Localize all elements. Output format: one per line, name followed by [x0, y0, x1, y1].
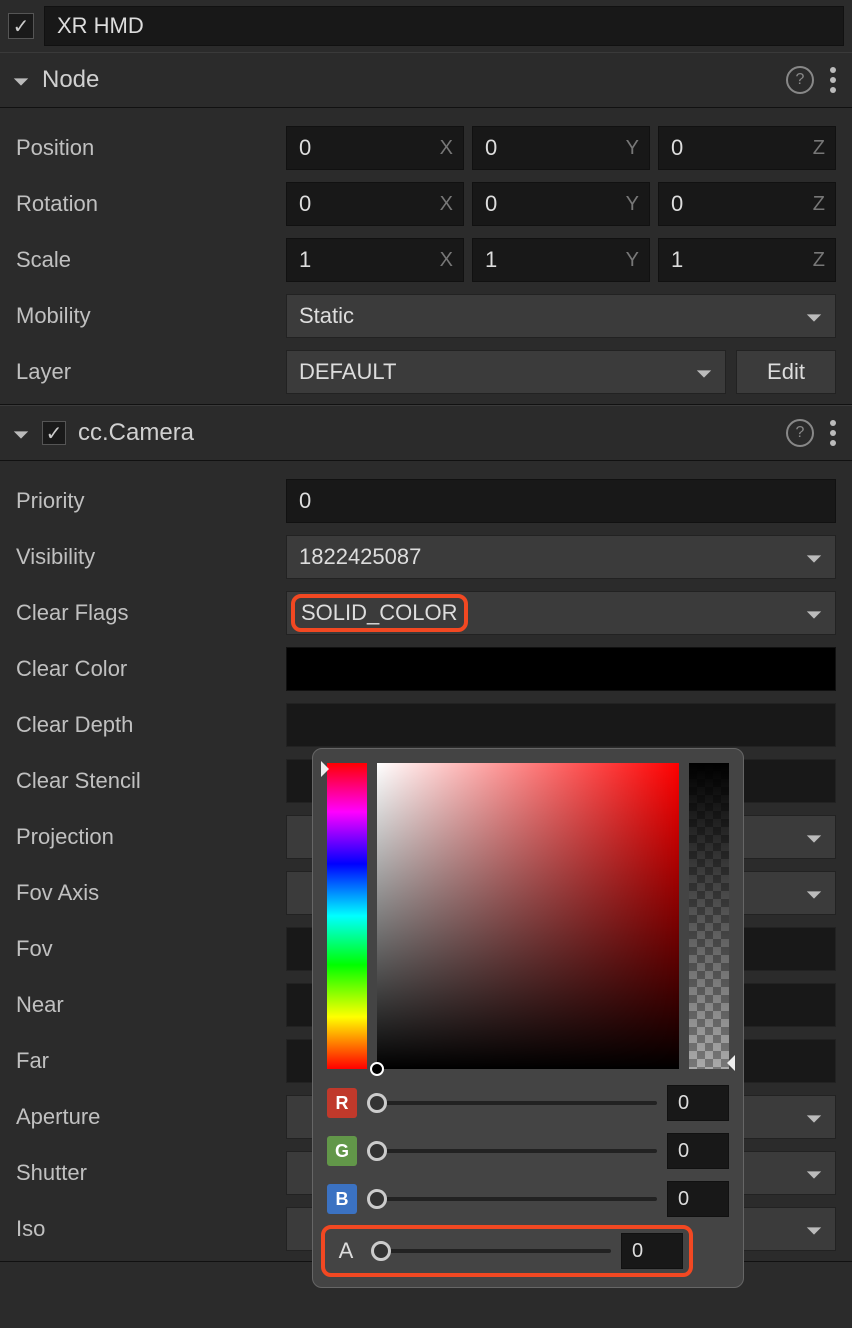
component-enabled-checkbox[interactable]: ✓ — [42, 421, 66, 445]
chevron-down-icon — [805, 548, 823, 566]
saturation-value-box[interactable] — [377, 763, 679, 1069]
channel-badge-b: B — [327, 1184, 357, 1214]
label-aperture: Aperture — [16, 1104, 276, 1130]
label-position: Position — [16, 135, 276, 161]
label-fov-axis: Fov Axis — [16, 880, 276, 906]
channel-badge-a: A — [331, 1236, 361, 1266]
value-blue[interactable] — [667, 1181, 729, 1217]
mobility-value: Static — [299, 303, 354, 329]
channel-badge-r: R — [327, 1088, 357, 1118]
slider-red[interactable] — [367, 1093, 657, 1113]
clear-depth-input[interactable] — [286, 703, 836, 747]
label-mobility: Mobility — [16, 303, 276, 329]
clear-flags-value: SOLID_COLOR — [301, 600, 458, 625]
label-visibility: Visibility — [16, 544, 276, 570]
chevron-down-icon — [805, 307, 823, 325]
chevron-down-icon — [805, 828, 823, 846]
value-alpha[interactable] — [621, 1233, 683, 1269]
help-icon[interactable]: ? — [786, 419, 814, 447]
section-title-camera: cc.Camera — [78, 419, 774, 447]
scale-x-input[interactable]: X — [286, 238, 464, 282]
chevron-down-icon — [805, 604, 823, 622]
label-near: Near — [16, 992, 276, 1018]
label-clear-stencil: Clear Stencil — [16, 768, 276, 794]
label-clear-color: Clear Color — [16, 656, 276, 682]
layer-edit-button[interactable]: Edit — [736, 350, 836, 394]
sv-picker-dot[interactable] — [370, 1062, 384, 1076]
color-picker-popup: R G B A — [312, 748, 744, 1288]
help-icon[interactable]: ? — [786, 66, 814, 94]
slider-blue[interactable] — [367, 1189, 657, 1209]
label-iso: Iso — [16, 1216, 276, 1242]
visibility-select[interactable]: 1822425087 — [286, 535, 836, 579]
rotation-x-input[interactable]: X — [286, 182, 464, 226]
mobility-select[interactable]: Static — [286, 294, 836, 338]
clear-color-swatch[interactable] — [286, 647, 836, 691]
label-rotation: Rotation — [16, 191, 276, 217]
section-header-camera[interactable]: ✓ cc.Camera ? — [0, 405, 852, 461]
priority-input[interactable] — [286, 479, 836, 523]
clear-flags-select[interactable]: SOLID_COLOR — [286, 591, 836, 635]
position-y-input[interactable]: Y — [472, 126, 650, 170]
chevron-down-icon — [805, 884, 823, 902]
layer-value: DEFAULT — [299, 359, 396, 385]
section-title-node: Node — [42, 66, 774, 94]
label-scale: Scale — [16, 247, 276, 273]
label-fov: Fov — [16, 936, 276, 962]
rotation-y-input[interactable]: Y — [472, 182, 650, 226]
position-z-input[interactable]: Z — [658, 126, 836, 170]
label-clear-depth: Clear Depth — [16, 712, 276, 738]
layer-select[interactable]: DEFAULT — [286, 350, 726, 394]
label-priority: Priority — [16, 488, 276, 514]
value-green[interactable] — [667, 1133, 729, 1169]
label-layer: Layer — [16, 359, 276, 385]
scale-z-input[interactable]: Z — [658, 238, 836, 282]
label-shutter: Shutter — [16, 1160, 276, 1186]
chevron-down-icon — [805, 1108, 823, 1126]
chevron-down-icon — [695, 363, 713, 381]
chevron-down-icon — [12, 424, 30, 442]
kebab-menu-icon[interactable] — [826, 416, 840, 450]
slider-alpha[interactable] — [371, 1241, 611, 1261]
rotation-z-input[interactable]: Z — [658, 182, 836, 226]
hue-slider[interactable] — [327, 763, 367, 1069]
kebab-menu-icon[interactable] — [826, 63, 840, 97]
visibility-value: 1822425087 — [299, 544, 421, 570]
label-projection: Projection — [16, 824, 276, 850]
slider-green[interactable] — [367, 1141, 657, 1161]
chevron-down-icon — [805, 1164, 823, 1182]
chevron-down-icon — [12, 71, 30, 89]
scale-y-input[interactable]: Y — [472, 238, 650, 282]
section-header-node[interactable]: Node ? — [0, 52, 852, 108]
chevron-down-icon — [805, 1220, 823, 1238]
label-far: Far — [16, 1048, 276, 1074]
node-name-input[interactable] — [44, 6, 844, 46]
value-red[interactable] — [667, 1085, 729, 1121]
channel-badge-g: G — [327, 1136, 357, 1166]
label-clear-flags: Clear Flags — [16, 600, 276, 626]
position-x-input[interactable]: X — [286, 126, 464, 170]
alpha-vertical-slider[interactable] — [689, 763, 729, 1069]
node-enabled-checkbox[interactable]: ✓ — [8, 13, 34, 39]
